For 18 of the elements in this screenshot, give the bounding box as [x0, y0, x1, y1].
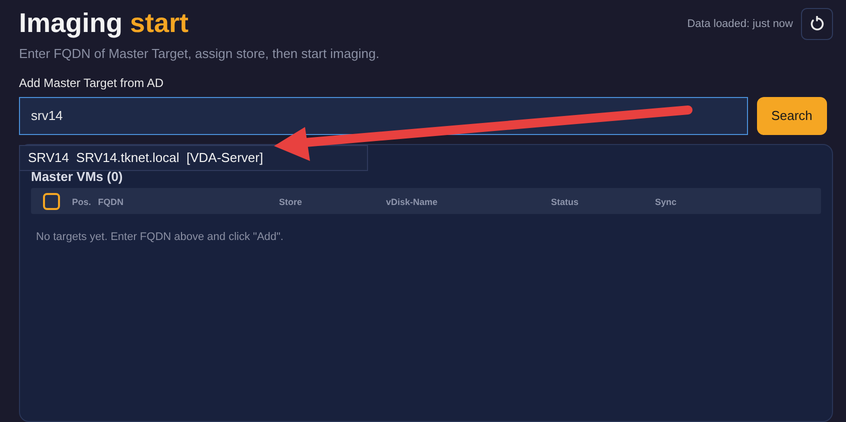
refresh-button[interactable] [801, 8, 833, 40]
column-header: vDisk-Name [386, 197, 438, 207]
field-label: Add Master Target from AD [19, 74, 164, 92]
data-loaded-status: Data loaded: just now [687, 16, 793, 32]
column-header: Sync [655, 197, 677, 207]
column-header: Pos. [72, 197, 92, 207]
suggestion-item[interactable]: SRV14 SRV14.tknet.local [VDA-Server] [20, 146, 367, 170]
refresh-icon [809, 16, 825, 32]
column-header: Status [551, 197, 579, 207]
column-header: Store [279, 197, 302, 207]
page-subtitle: Enter FQDN of Master Target, assign store, then start imaging. [19, 45, 380, 63]
column-header: FQDN [98, 197, 124, 207]
search-field[interactable]: srv14 [19, 96, 748, 134]
search-button[interactable]: Search [756, 96, 827, 134]
page-title: Imaging start [19, 7, 190, 40]
empty-message: No targets yet. Enter FQDN above and click "Add". [36, 230, 284, 245]
panel-title: Master VMs (0) [31, 168, 123, 186]
select-all-checkbox[interactable] [43, 192, 60, 210]
